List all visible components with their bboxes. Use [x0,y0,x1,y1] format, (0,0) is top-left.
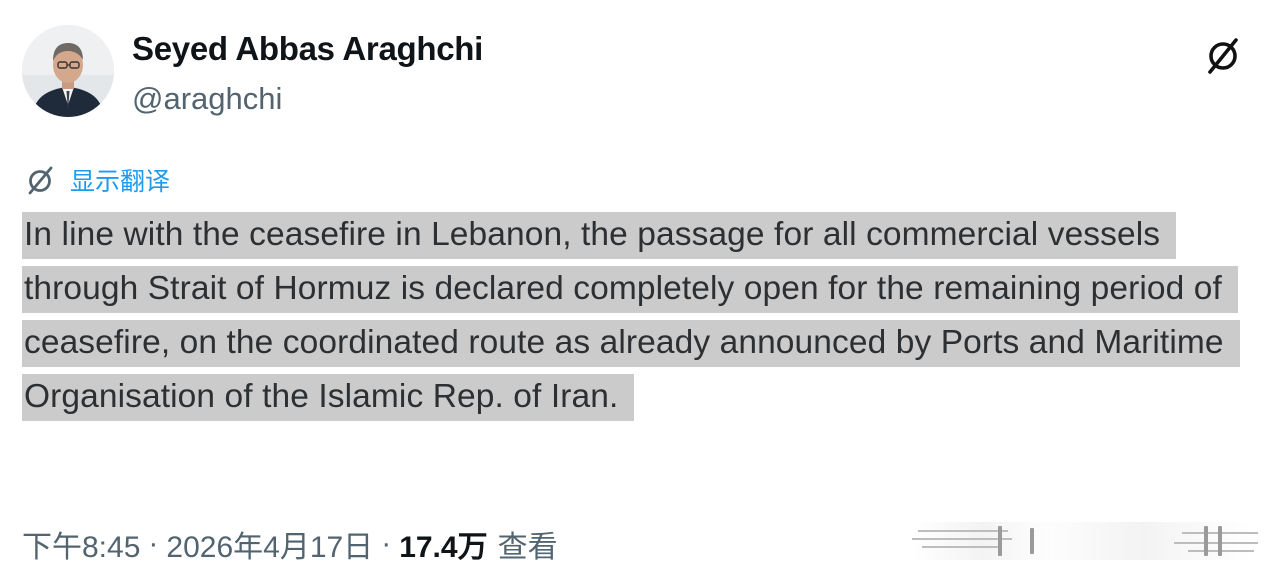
tweet-card: Seyed Abbas Araghchi @araghchi 显示翻译 In l… [0,0,1280,572]
author-handle[interactable]: @araghchi [132,79,483,119]
tweet-header: Seyed Abbas Araghchi @araghchi [22,25,1258,121]
meta-separator-2: · [381,527,392,560]
x-logo-icon[interactable] [1202,33,1246,77]
person-avatar-icon [22,25,114,117]
show-translation-link[interactable]: 显示翻译 [70,162,170,198]
translate-row: 显示翻译 [24,162,170,198]
tweet-time[interactable]: 下午8:45 [22,522,140,566]
author-display-name[interactable]: Seyed Abbas Araghchi [132,29,483,69]
views-count: 17.4万 [399,531,488,564]
meta-separator: · [148,527,159,560]
tweet-text: In line with the ceasefire in Lebanon, t… [22,208,1272,424]
avatar[interactable] [22,25,114,117]
views-label: 查看 [497,531,558,564]
tweet-body: In line with the ceasefire in Lebanon, t… [22,212,1240,421]
translate-logo-icon [24,163,58,197]
tweet-date[interactable]: 2026年4月17日 [166,522,373,566]
user-info: Seyed Abbas Araghchi @araghchi [132,29,483,119]
blurred-region [912,518,1262,564]
tweet-meta: 下午8:45 · 2026年4月17日 · 17.4万 查看 [22,522,558,566]
